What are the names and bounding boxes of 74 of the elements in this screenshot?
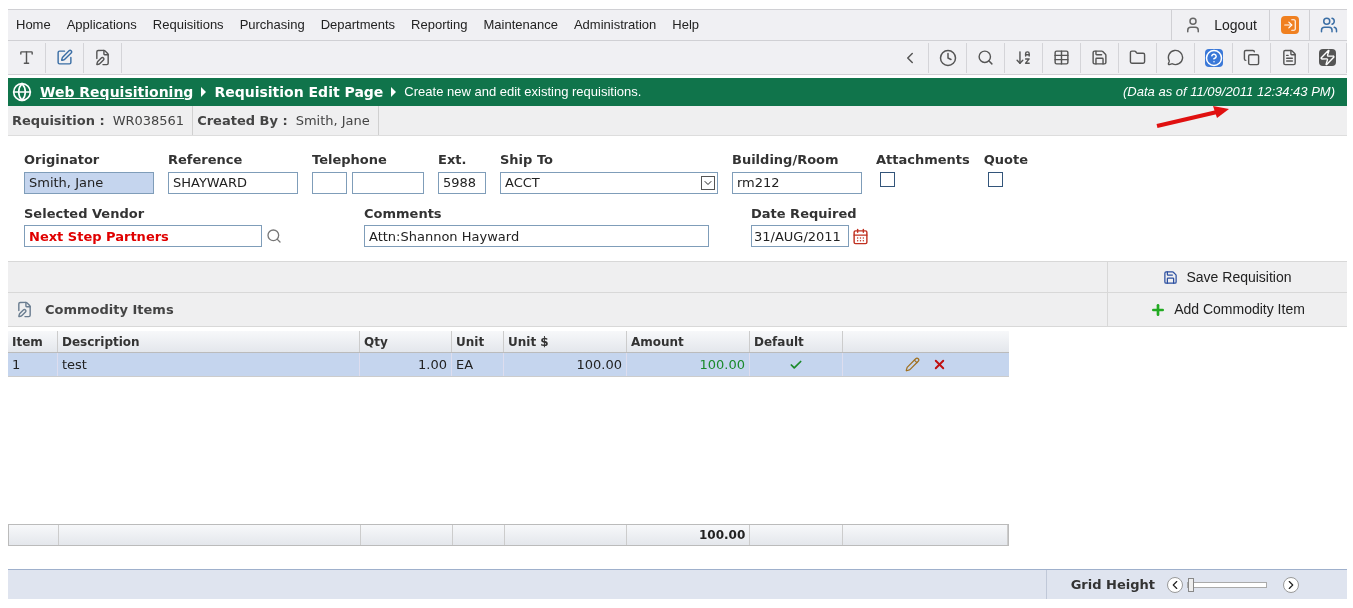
menu-item[interactable]: Departments xyxy=(312,15,404,35)
checkbox[interactable] xyxy=(880,171,895,187)
field-label: Telephone xyxy=(312,151,388,169)
menu-item[interactable]: Applications xyxy=(58,15,145,35)
ship-to-select[interactable]: ACCT xyxy=(500,171,718,194)
checkbox[interactable] xyxy=(987,171,1003,187)
table-cell: test xyxy=(58,353,360,376)
field-label: Building/Room xyxy=(732,151,840,169)
comments-field[interactable]: Attn:Shannon Hayward xyxy=(364,225,709,247)
section-title: Commodity Items xyxy=(45,300,174,319)
grid-row[interactable]: 1 test 1.00 EA 100.00 100.00 xyxy=(8,353,1009,377)
field-label: Selected Vendor xyxy=(24,204,146,223)
table-cell: 1 xyxy=(8,353,58,376)
field-label: Ship To xyxy=(500,151,554,169)
menu-item[interactable]: Administration xyxy=(565,15,665,35)
breadcrumb-arrow-icon xyxy=(201,87,207,97)
column-header[interactable]: Unit $ xyxy=(504,331,627,352)
field-label: Ext. xyxy=(438,151,468,169)
field-label: Reference xyxy=(168,151,244,169)
vendor-field[interactable]: Next Step Partners xyxy=(24,225,262,247)
column-header[interactable]: Default xyxy=(750,331,843,352)
decrease-button[interactable] xyxy=(1167,576,1183,593)
users-icon[interactable] xyxy=(1319,16,1338,34)
text-field[interactable]: 5988 xyxy=(438,171,486,194)
column-header[interactable]: Qty xyxy=(360,331,452,352)
phone-field[interactable] xyxy=(352,171,424,194)
column-header[interactable]: Unit xyxy=(452,331,504,352)
plus-icon xyxy=(1150,301,1167,318)
info-value: Smith, Jane xyxy=(295,111,370,130)
column-header[interactable]: Amount xyxy=(627,331,750,352)
add-item-button[interactable]: Add Commodity Item xyxy=(1107,293,1347,326)
dropdown-caret-icon xyxy=(701,175,715,190)
text-field[interactable]: Smith, Jane xyxy=(24,171,154,194)
table-cell: 1.00 xyxy=(360,353,452,376)
field-label: Attachments xyxy=(876,151,970,169)
field-label: Comments xyxy=(364,204,443,223)
info-label: Requisition : xyxy=(12,111,105,130)
logout-button[interactable]: Logout xyxy=(1171,10,1269,40)
menu-item[interactable]: Help xyxy=(664,15,708,35)
slider-thumb[interactable] xyxy=(1188,577,1194,592)
menu-item[interactable]: Purchasing xyxy=(231,15,313,35)
info-label: Created By : xyxy=(197,111,288,130)
phone-field[interactable] xyxy=(312,171,347,194)
increase-button[interactable] xyxy=(1283,576,1299,593)
page-title: Requisition Edit Page xyxy=(214,82,384,102)
date-field[interactable]: 31/AUG/2011 xyxy=(751,225,849,247)
menu-item[interactable]: Maintenance xyxy=(475,15,566,35)
menu-item[interactable]: Requisitions xyxy=(144,15,232,35)
edit-icon[interactable] xyxy=(904,357,920,372)
grid-height-label: Grid Height xyxy=(1070,575,1155,594)
table-cell: 100.00 xyxy=(504,353,627,376)
amount-cell: 100.00 xyxy=(627,353,750,376)
column-header[interactable]: Description xyxy=(58,331,360,352)
field-label: Date Required xyxy=(751,204,858,223)
field-label: Quote xyxy=(983,151,1029,169)
info-value: WR038561 xyxy=(112,111,185,130)
app-link[interactable]: Web Requisitioning xyxy=(40,81,194,103)
save-icon xyxy=(1163,269,1179,285)
column-header[interactable]: Item xyxy=(8,331,58,352)
text-field[interactable]: rm212 xyxy=(732,171,862,194)
breadcrumb-arrow-icon xyxy=(391,87,397,97)
total-amount: 100.00 xyxy=(698,527,746,544)
text-field[interactable]: SHAYWARD xyxy=(168,171,298,194)
page-description: Create new and edit existing requisitions. xyxy=(404,83,642,102)
menu-item[interactable]: Home xyxy=(8,15,59,35)
field-label: Originator xyxy=(24,151,101,169)
search-icon[interactable] xyxy=(266,228,282,244)
menu-item[interactable]: Reporting xyxy=(403,15,476,35)
data-timestamp: (Data as of 11/09/2011 12:34:43 PM) xyxy=(1123,83,1336,102)
document-edit-icon xyxy=(16,301,33,318)
save-button[interactable]: Save Requisition xyxy=(1107,262,1347,292)
table-cell: EA xyxy=(452,353,504,376)
calendar-icon[interactable] xyxy=(852,227,869,245)
globe-icon xyxy=(12,82,32,102)
